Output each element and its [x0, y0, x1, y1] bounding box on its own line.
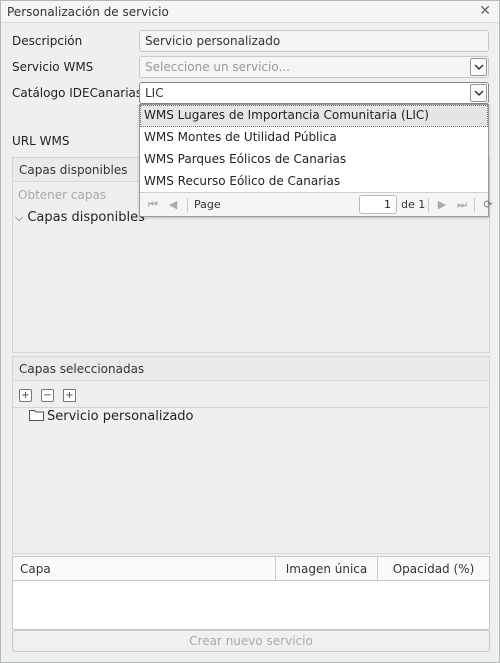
capas-seleccionadas-header: Capas seleccionadas — [13, 357, 489, 381]
catalogo-dropdown-list: WMS Lugares de Importancia Comunitaria (… — [139, 104, 493, 217]
dropdown-item[interactable]: WMS Montes de Utilidad Pública — [140, 127, 488, 149]
dropdown-item[interactable]: WMS Lugares de Importancia Comunitaria (… — [140, 105, 488, 127]
descripcion-input[interactable]: Servicio personalizado — [139, 30, 489, 52]
close-icon[interactable]: ✕ — [479, 3, 491, 19]
layers-grid: Capa Imagen única Opacidad (%) — [12, 556, 490, 630]
servicio-personalizado-node[interactable]: Servicio personalizado — [29, 409, 194, 424]
dropdown-item[interactable]: WMS Recurso Eólico de Canarias — [140, 171, 488, 193]
tree-toolbar: + − + — [12, 384, 490, 408]
last-page-icon[interactable]: ⏭ — [454, 197, 470, 213]
titlebar: Personalización de servicio ✕ — [1, 1, 499, 23]
pager-separator — [187, 198, 188, 212]
pager-separator — [474, 198, 475, 212]
folder-icon — [29, 410, 44, 421]
capas-disponibles-tree-label: Capas disponibles — [27, 210, 145, 225]
dropdown-pager: ⏮ ◀ Page 1 de 1 ▶ ⏭ ⟳ — [140, 192, 493, 216]
first-page-icon[interactable]: ⏮ — [145, 197, 161, 213]
chevron-down-icon — [474, 90, 484, 97]
collapse-all-icon[interactable]: − — [41, 389, 54, 402]
page-total-label: de 1 — [401, 198, 426, 211]
refresh-icon[interactable]: ⟳ — [480, 197, 496, 213]
servicio-wms-combo[interactable]: Seleccione un servicio... — [139, 56, 489, 78]
catalogo-label: Catálogo IDECanarias — [12, 86, 143, 100]
next-page-icon[interactable]: ▶ — [434, 197, 450, 213]
dropdown-item[interactable]: WMS Parques Eólicos de Canarias — [140, 149, 488, 171]
grid-header: Capa Imagen única Opacidad (%) — [13, 557, 489, 581]
new-folder-icon[interactable]: + — [63, 389, 76, 402]
catalogo-trigger[interactable] — [470, 84, 487, 102]
chevron-down-icon — [474, 64, 484, 71]
url-wms-label: URL WMS — [12, 134, 70, 148]
window-title: Personalización de servicio — [7, 5, 169, 19]
page-label: Page — [194, 198, 221, 211]
expand-all-icon[interactable]: + — [19, 389, 32, 402]
catalogo-value: LIC — [145, 86, 164, 100]
capas-disponibles-tree-node[interactable]: ⌵ Capas disponibles — [15, 210, 145, 225]
servicio-wms-trigger[interactable] — [470, 58, 487, 76]
grid-column-imagen-unica[interactable]: Imagen única — [276, 557, 378, 581]
descripcion-value: Servicio personalizado — [145, 34, 281, 48]
chevron-down-icon[interactable]: ⌵ — [15, 211, 23, 224]
servicio-wms-placeholder: Seleccione un servicio... — [145, 60, 290, 74]
service-customization-window: Personalización de servicio ✕ Descripció… — [0, 0, 500, 663]
descripcion-label: Descripción — [12, 34, 83, 48]
catalogo-combo[interactable]: LIC — [139, 82, 489, 104]
servicio-personalizado-label: Servicio personalizado — [47, 409, 194, 424]
crear-servicio-button[interactable]: Crear nuevo servicio — [12, 630, 490, 652]
page-number-input[interactable]: 1 — [359, 195, 397, 214]
pager-separator — [428, 198, 429, 212]
obtener-capas-button[interactable]: Obtener capas — [18, 188, 106, 202]
grid-column-opacidad[interactable]: Opacidad (%) — [378, 557, 489, 581]
prev-page-icon[interactable]: ◀ — [165, 197, 181, 213]
servicio-wms-label: Servicio WMS — [12, 60, 94, 74]
grid-column-capa[interactable]: Capa — [13, 557, 276, 581]
